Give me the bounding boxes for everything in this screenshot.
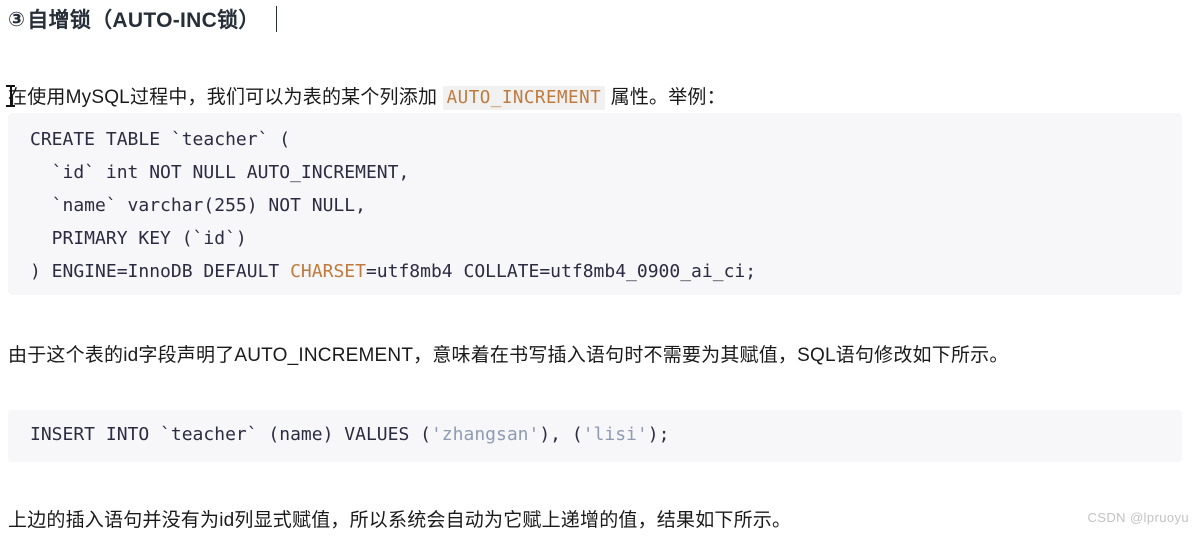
heading-title: 自增锁（AUTO-INC锁）	[27, 9, 260, 32]
heading-marker: ③	[8, 8, 26, 31]
code-line: ) ENGINE=InnoDB DEFAULT CHARSET=utf8mb4 …	[30, 255, 1182, 288]
intro-paragraph: 在使用MySQL过程中，我们可以为表的某个列添加 AUTO_INCREMENT …	[8, 79, 726, 117]
section-heading: ③ 自增锁（AUTO-INC锁）	[8, 4, 277, 34]
code-token: =utf8mb4 COLLATE=utf8mb4_0900_ai_ci;	[365, 261, 757, 282]
code-line: `id` int NOT NULL AUTO_INCREMENT,	[30, 162, 410, 183]
code-token: );	[647, 424, 670, 445]
intro-text-before: 在使用MySQL过程中，我们可以为表的某个列添加	[8, 87, 443, 108]
middle-paragraph: 由于这个表的id字段声明了AUTO_INCREMENT，意味着在书写插入语句时不…	[8, 345, 1009, 366]
closing-paragraph: 上边的插入语句并没有为id列显式赋值，所以系统会自动为它赋上递增的值，结果如下所…	[8, 510, 792, 531]
code-token-string-lisi: 'lisi'	[582, 424, 648, 445]
article-page: ③ 自增锁（AUTO-INC锁） 在使用MySQL过程中，我们可以为表的某个列添…	[0, 0, 1199, 534]
code-token-charset: CHARSET	[290, 261, 366, 282]
code-line: `name` varchar(255) NOT NULL,	[30, 195, 366, 216]
text-caret-icon	[275, 6, 277, 32]
code-line: INSERT INTO `teacher` (name) VALUES ('zh…	[30, 418, 1182, 451]
code-block-insert-into[interactable]: INSERT INTO `teacher` (name) VALUES ('zh…	[8, 410, 1182, 462]
code-token: INSERT INTO `teacher` (name) VALUES (	[30, 424, 431, 445]
code-token: ), (	[539, 424, 583, 445]
csdn-watermark: CSDN @lpruoyu	[1087, 510, 1189, 525]
code-token-string-zhangsan: 'zhangsan'	[430, 424, 540, 445]
inline-code-auto-increment: AUTO_INCREMENT	[442, 86, 606, 110]
code-block-create-table[interactable]: CREATE TABLE `teacher` ( `id` int NOT NU…	[8, 113, 1182, 295]
code-line: CREATE TABLE `teacher` (	[30, 129, 291, 150]
code-token: ) ENGINE=InnoDB DEFAULT	[30, 261, 291, 282]
code-line: PRIMARY KEY (`id`)	[30, 228, 247, 249]
intro-text-after: 属性。举例：	[605, 87, 726, 108]
